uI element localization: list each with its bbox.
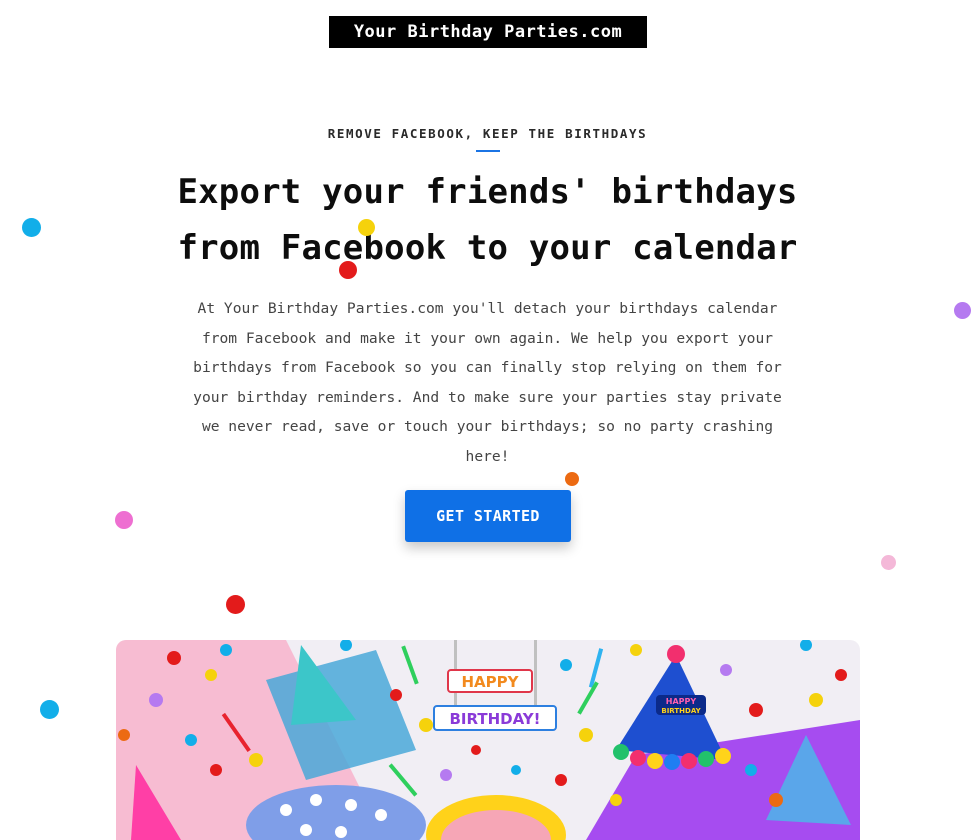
hat-label-line-2: BIRTHDAY — [661, 707, 701, 715]
site-logo[interactable]: Your Birthday Parties.com — [329, 16, 647, 48]
confetti-dot — [40, 700, 59, 719]
intro-paragraph: At Your Birthday Parties.com you'll deta… — [193, 300, 782, 465]
confetti-dot — [339, 261, 357, 279]
eyebrow-underline — [476, 150, 500, 152]
confetti-dot — [954, 302, 971, 319]
banner-birthday-text: BIRTHDAY! — [449, 710, 540, 728]
party-hero-image: HAPPY BIRTHDAY! HAPPY BIRTHDAY — [116, 640, 860, 840]
hat-label-line-1: HAPPY — [666, 697, 697, 706]
confetti-dot — [565, 472, 579, 486]
confetti-dot — [115, 511, 133, 529]
confetti-dot — [881, 555, 896, 570]
headline-line-2: from Facebook to your calendar — [177, 228, 798, 268]
confetti-dot — [22, 218, 41, 237]
eyebrow-tagline: REMOVE FACEBOOK, KEEP THE BIRTHDAYS — [327, 126, 648, 141]
confetti-dot — [358, 219, 375, 236]
headline-line-1: Export your friends' birthdays — [177, 172, 798, 212]
get-started-button[interactable]: GET STARTED — [405, 490, 571, 542]
page-headline: Export your friends' birthdays from Face… — [100, 164, 875, 276]
confetti-dot — [226, 595, 245, 614]
banner-happy-text: HAPPY — [461, 673, 519, 691]
